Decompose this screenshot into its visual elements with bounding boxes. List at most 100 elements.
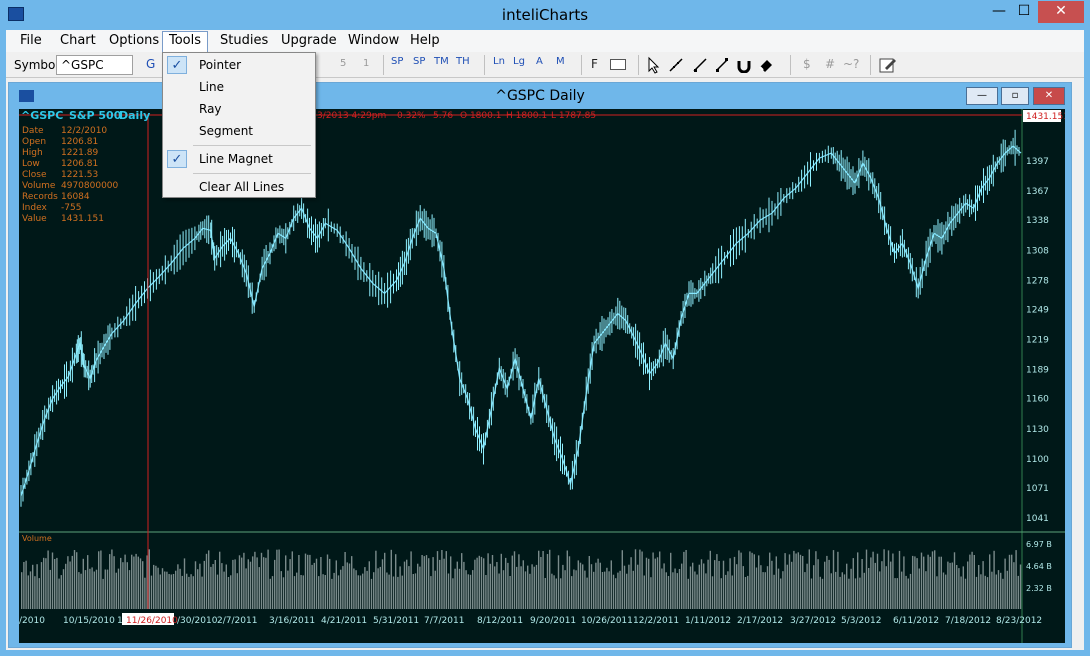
volume-bar (100, 550, 102, 609)
menu-studies[interactable]: Studies (220, 33, 268, 48)
volume-bar (612, 574, 615, 609)
log-scale-button[interactable]: Lg (513, 56, 525, 67)
info-panel-labels: DateOpenHighLowCloseVolumeRecordsIndexVa… (22, 126, 58, 224)
date-tick-label: 3/16/2011 (269, 616, 315, 626)
volume-bar (166, 571, 168, 609)
volume-bar (450, 556, 452, 609)
volume-bar (342, 566, 344, 609)
chart-minimize-button[interactable]: — (966, 87, 998, 105)
wave-button[interactable]: ~? (843, 57, 859, 71)
volume-bar (76, 552, 78, 609)
chart-restore-button[interactable]: ▫ (1001, 87, 1029, 105)
volume-tick-label: 6.97 B (1026, 540, 1052, 549)
go-button[interactable]: G (146, 57, 155, 71)
volume-bar (494, 566, 496, 609)
volume-bar (137, 556, 139, 609)
volume-bar (403, 561, 406, 609)
edit-icon[interactable] (879, 56, 897, 74)
volume-bar (533, 566, 535, 609)
volume-bar (177, 564, 179, 609)
menu-file[interactable]: File (20, 33, 42, 48)
date-tick-label: /30/2010 (177, 616, 218, 626)
volume-bar (997, 570, 1000, 609)
menu-chart[interactable]: Chart (60, 33, 96, 48)
period-1-button[interactable]: 1 (363, 58, 369, 69)
volume-bar (23, 562, 25, 609)
volume-bar (265, 557, 267, 609)
menu-upgrade[interactable]: Upgrade (281, 33, 337, 48)
chart-close-button[interactable]: ✕ (1033, 87, 1065, 105)
volume-bar (432, 557, 434, 609)
symbol-input[interactable] (56, 55, 133, 75)
info-value: 4970800000 (61, 181, 119, 191)
volume-bar (881, 561, 883, 609)
volume-bar (480, 556, 483, 609)
sp-right-button[interactable]: SP (413, 56, 425, 67)
line-tool-icon[interactable] (668, 57, 684, 73)
tm-button[interactable]: TM (434, 56, 449, 67)
volume-bar (384, 552, 386, 609)
volume-bar (401, 575, 403, 609)
volume-bar (549, 549, 551, 609)
toolbar-separator (790, 55, 791, 75)
volume-bar (940, 556, 942, 609)
volume-bar (619, 570, 621, 609)
volume-bar (775, 556, 777, 609)
volume-bar (639, 549, 641, 609)
menu-item-clear-all-lines[interactable]: Clear All Lines (165, 177, 313, 199)
hash-button[interactable]: # (825, 57, 835, 71)
menu-item-line-magnet[interactable]: ✓ Line Magnet (165, 149, 313, 171)
sp-left-button[interactable]: SP (391, 56, 403, 67)
menu-item-ray[interactable]: Ray (165, 99, 313, 121)
volume-bar (337, 575, 340, 609)
volume-bar (38, 578, 40, 609)
pointer-tool-icon[interactable] (646, 56, 662, 74)
volume-bar (982, 561, 984, 609)
close-button[interactable]: ✕ (1038, 1, 1084, 23)
magnet-icon[interactable] (736, 57, 752, 73)
volume-bar (142, 561, 144, 609)
volume-bar (799, 554, 802, 609)
date-tick-label: 8/12/2011 (477, 616, 523, 626)
app-window: inteliCharts — ☐ ✕ File Chart Options To… (0, 0, 1090, 656)
volume-bar (744, 577, 747, 609)
volume-bar (769, 552, 771, 609)
volume-bar (751, 552, 753, 609)
volume-bar (205, 553, 208, 609)
label-icon[interactable] (610, 59, 626, 70)
menu-item-segment[interactable]: Segment (165, 121, 313, 143)
menu-tools[interactable]: Tools (162, 31, 209, 52)
menu-options[interactable]: Options (109, 33, 159, 48)
segment-tool-icon[interactable] (714, 57, 730, 73)
menu-item-line[interactable]: Line (165, 77, 313, 99)
volume-bar (841, 572, 843, 609)
period-5-button[interactable]: 5 (340, 58, 346, 69)
th-button[interactable]: TH (456, 56, 470, 67)
manual-scale-button[interactable]: M (556, 56, 565, 67)
dollar-button[interactable]: $ (803, 57, 811, 71)
volume-bar (467, 574, 469, 609)
menu-bar: File Chart Options Tools Studies Upgrade… (6, 30, 1084, 52)
info-label: Close (22, 170, 47, 180)
ray-tool-icon[interactable] (692, 57, 708, 73)
volume-bar (762, 572, 764, 609)
menu-item-pointer[interactable]: ✓ Pointer (165, 55, 313, 77)
volume-bar (447, 573, 450, 609)
volume-bar (307, 554, 309, 609)
linear-scale-button[interactable]: Ln (493, 56, 505, 67)
volume-bar (487, 553, 489, 609)
volume-bar (694, 571, 696, 609)
auto-scale-button[interactable]: A (536, 56, 543, 67)
eraser-icon[interactable] (758, 57, 774, 73)
volume-bar (973, 555, 975, 609)
minimize-button[interactable]: — (990, 1, 1008, 23)
volume-bar (1011, 554, 1013, 609)
font-button[interactable]: F (591, 57, 598, 71)
volume-bar (951, 562, 953, 609)
volume-bar (788, 554, 791, 609)
volume-bar (641, 551, 643, 609)
volume-bar (733, 556, 736, 609)
menu-help[interactable]: Help (410, 33, 440, 48)
maximize-button[interactable]: ☐ (1015, 1, 1033, 23)
menu-window[interactable]: Window (348, 33, 399, 48)
